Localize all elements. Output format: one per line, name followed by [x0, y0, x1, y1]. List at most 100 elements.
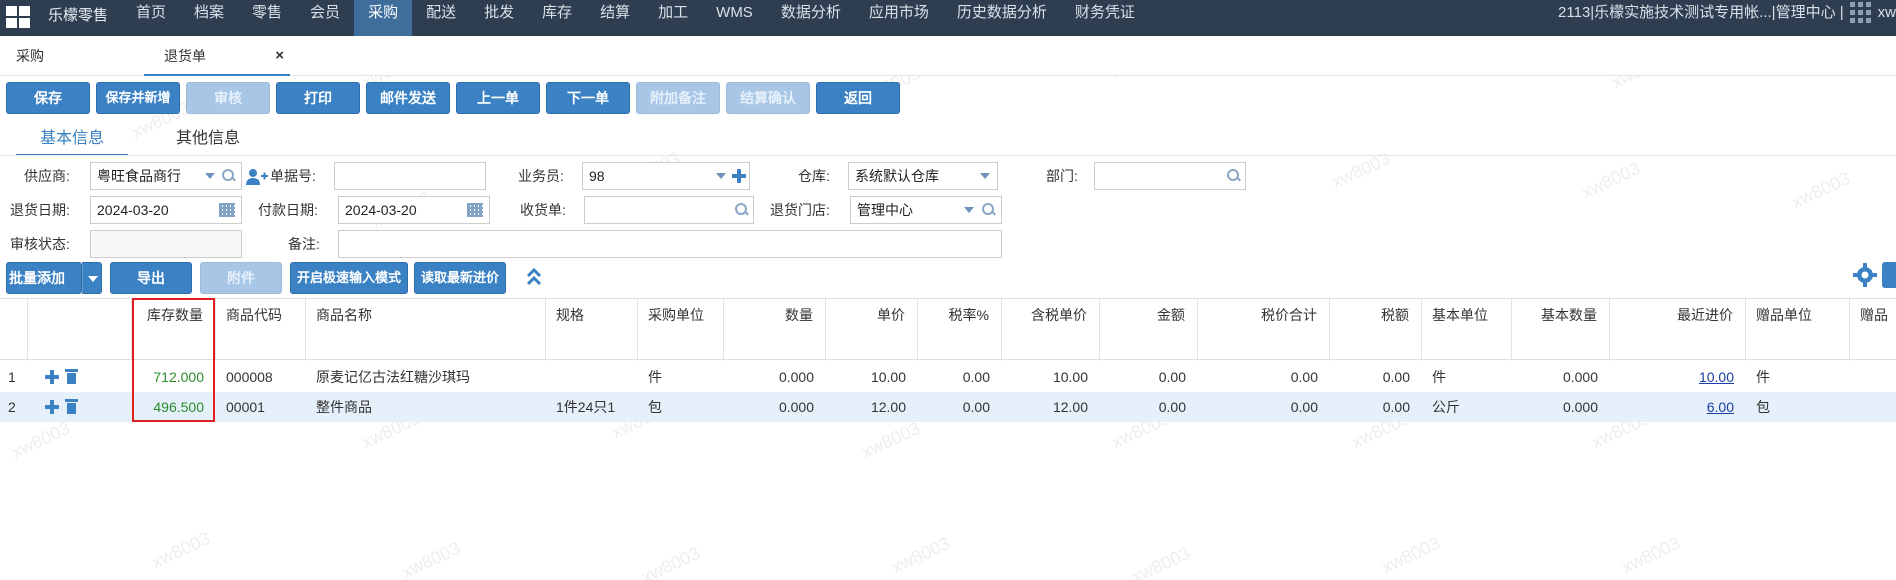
- calendar-icon[interactable]: [219, 203, 235, 217]
- read-latest-price-button[interactable]: 读取最新进价: [414, 262, 506, 294]
- tab-other-info[interactable]: 其他信息: [152, 124, 264, 156]
- nav-item[interactable]: 批发: [470, 0, 528, 36]
- doc-no-label: 单据号:: [270, 168, 316, 184]
- last-price-link[interactable]: 10.00: [1699, 369, 1734, 385]
- settings-gear-icon[interactable]: [1852, 262, 1878, 288]
- chevron-down-icon[interactable]: [964, 207, 974, 213]
- nav-item[interactable]: 会员: [296, 0, 354, 36]
- search-icon[interactable]: [735, 203, 748, 216]
- top-navbar: 乐檬零售 首页 档案 零售 会员 采购 配送 批发 库存 结算 加工 WMS 数据分析 应用市场 历史数据…: [0, 0, 1896, 36]
- export-button[interactable]: 导出: [110, 262, 192, 294]
- column-header[interactable]: 数量: [724, 299, 826, 361]
- column-header[interactable]: 税率%: [918, 299, 1002, 361]
- edit-icon[interactable]: [1882, 262, 1896, 288]
- column-header[interactable]: 赠品单位: [1746, 299, 1850, 361]
- warehouse-select[interactable]: 系统默认仓库: [848, 162, 998, 190]
- attachment-button[interactable]: 附件: [200, 262, 282, 294]
- column-header[interactable]: 金额: [1100, 299, 1198, 361]
- note-field[interactable]: [338, 230, 1002, 258]
- save-button[interactable]: 保存: [6, 82, 90, 114]
- delete-row-icon[interactable]: [65, 369, 78, 384]
- column-header[interactable]: 税价合计: [1198, 299, 1330, 361]
- delete-row-icon[interactable]: [65, 399, 78, 414]
- cell-last-price[interactable]: 6.00: [1610, 392, 1746, 422]
- column-header[interactable]: 单价: [826, 299, 918, 361]
- tab-return-order[interactable]: 退货单 ×: [144, 36, 290, 76]
- app-grid-icon[interactable]: [6, 6, 32, 30]
- audit-button[interactable]: 审核: [186, 82, 270, 114]
- column-header[interactable]: 最近进价: [1610, 299, 1746, 361]
- tab-basic-info[interactable]: 基本信息: [16, 124, 128, 156]
- column-header[interactable]: 基本数量: [1512, 299, 1610, 361]
- table-row[interactable]: 2 496.500 00001 整件商品 1件24只1 包 0.000 12.00 0.00 12…: [0, 392, 1896, 422]
- nav-item[interactable]: WMS: [702, 0, 767, 36]
- fast-input-mode-button[interactable]: 开启极速输入模式: [290, 262, 408, 294]
- main-nav: 首页 档案 零售 会员 采购 配送 批发 库存 结算 加工 WMS 数据分析 应用市场 历史数据分析 财务凭…: [122, 0, 1149, 36]
- nav-item[interactable]: 应用市场: [855, 0, 943, 36]
- tab-purchase[interactable]: 采购: [16, 36, 136, 76]
- nav-item[interactable]: 结算: [586, 0, 644, 36]
- dept-field[interactable]: [1094, 162, 1246, 190]
- add-row-icon[interactable]: [45, 400, 59, 414]
- cell-last-price[interactable]: 10.00: [1610, 362, 1746, 392]
- cell-total: 0.00: [1290, 369, 1318, 385]
- column-header[interactable]: 含税单价: [1002, 299, 1100, 361]
- column-header[interactable]: 商品名称: [306, 299, 546, 361]
- divider: [0, 155, 1896, 156]
- user-name[interactable]: xw: [1878, 0, 1896, 26]
- next-button[interactable]: 下一单: [546, 82, 630, 114]
- column-header[interactable]: 采购单位: [638, 299, 724, 361]
- calendar-icon[interactable]: [467, 203, 483, 217]
- cell-price: 10.00: [870, 369, 906, 385]
- nav-item[interactable]: 历史数据分析: [943, 0, 1061, 36]
- nav-item[interactable]: 首页: [122, 0, 180, 36]
- watermark-text: xw8003: [888, 532, 954, 578]
- watermark-text: xw8003: [1128, 542, 1194, 580]
- column-header[interactable]: 商品代码: [216, 299, 306, 361]
- chevron-down-icon[interactable]: [205, 173, 215, 179]
- nav-item[interactable]: 加工: [644, 0, 702, 36]
- prev-button[interactable]: 上一单: [456, 82, 540, 114]
- account-info[interactable]: 2113|乐檬实施技术测试专用帐...|管理中心 |: [1558, 0, 1844, 26]
- apps-grid-icon[interactable]: [1849, 2, 1872, 24]
- search-icon[interactable]: [982, 203, 995, 216]
- collapse-up-icon[interactable]: [526, 267, 542, 286]
- supplier-field[interactable]: 粤旺食品商行: [90, 162, 242, 190]
- last-price-link[interactable]: 6.00: [1707, 399, 1734, 415]
- add-icon[interactable]: [732, 169, 746, 183]
- nav-item[interactable]: 数据分析: [767, 0, 855, 36]
- save-and-new-button[interactable]: 保存并新增: [96, 82, 180, 114]
- column-header[interactable]: 税额: [1330, 299, 1422, 361]
- receipt-field[interactable]: [584, 196, 754, 224]
- back-button[interactable]: 返回: [816, 82, 900, 114]
- column-header[interactable]: 规格: [546, 299, 638, 361]
- batch-add-dropdown[interactable]: [82, 262, 102, 294]
- cell-gift-unit: 件: [1756, 369, 1770, 385]
- nav-item[interactable]: 零售: [238, 0, 296, 36]
- close-icon[interactable]: ×: [275, 36, 284, 76]
- column-header[interactable]: 赠品: [1850, 299, 1896, 361]
- chevron-down-icon[interactable]: [980, 173, 990, 179]
- doc-no-field[interactable]: [334, 162, 486, 190]
- nav-item[interactable]: 库存: [528, 0, 586, 36]
- chevron-down-icon[interactable]: [716, 173, 726, 179]
- add-row-icon[interactable]: [45, 370, 59, 384]
- email-button[interactable]: 邮件发送: [366, 82, 450, 114]
- nav-item[interactable]: 配送: [412, 0, 470, 36]
- settle-confirm-button[interactable]: 结算确认: [726, 82, 810, 114]
- store-select[interactable]: 管理中心: [850, 196, 1002, 224]
- tab-label: 退货单: [164, 48, 206, 64]
- cell-base-qty: 0.000: [1562, 369, 1598, 385]
- cell-unit: 件: [648, 369, 662, 385]
- add-user-icon[interactable]: [246, 168, 268, 186]
- attach-note-button[interactable]: 附加备注: [636, 82, 720, 114]
- search-icon[interactable]: [222, 169, 235, 182]
- print-button[interactable]: 打印: [276, 82, 360, 114]
- nav-item[interactable]: 采购: [354, 0, 413, 36]
- search-icon[interactable]: [1227, 169, 1240, 182]
- batch-add-button[interactable]: 批量添加: [6, 262, 82, 294]
- table-row[interactable]: 1 712.000 000008 原麦记亿古法红糖沙琪玛件 0.000 10.00 0.00…: [0, 362, 1896, 392]
- nav-item[interactable]: 档案: [180, 0, 238, 36]
- nav-item[interactable]: 财务凭证: [1061, 0, 1149, 36]
- column-header[interactable]: 基本单位: [1422, 299, 1512, 361]
